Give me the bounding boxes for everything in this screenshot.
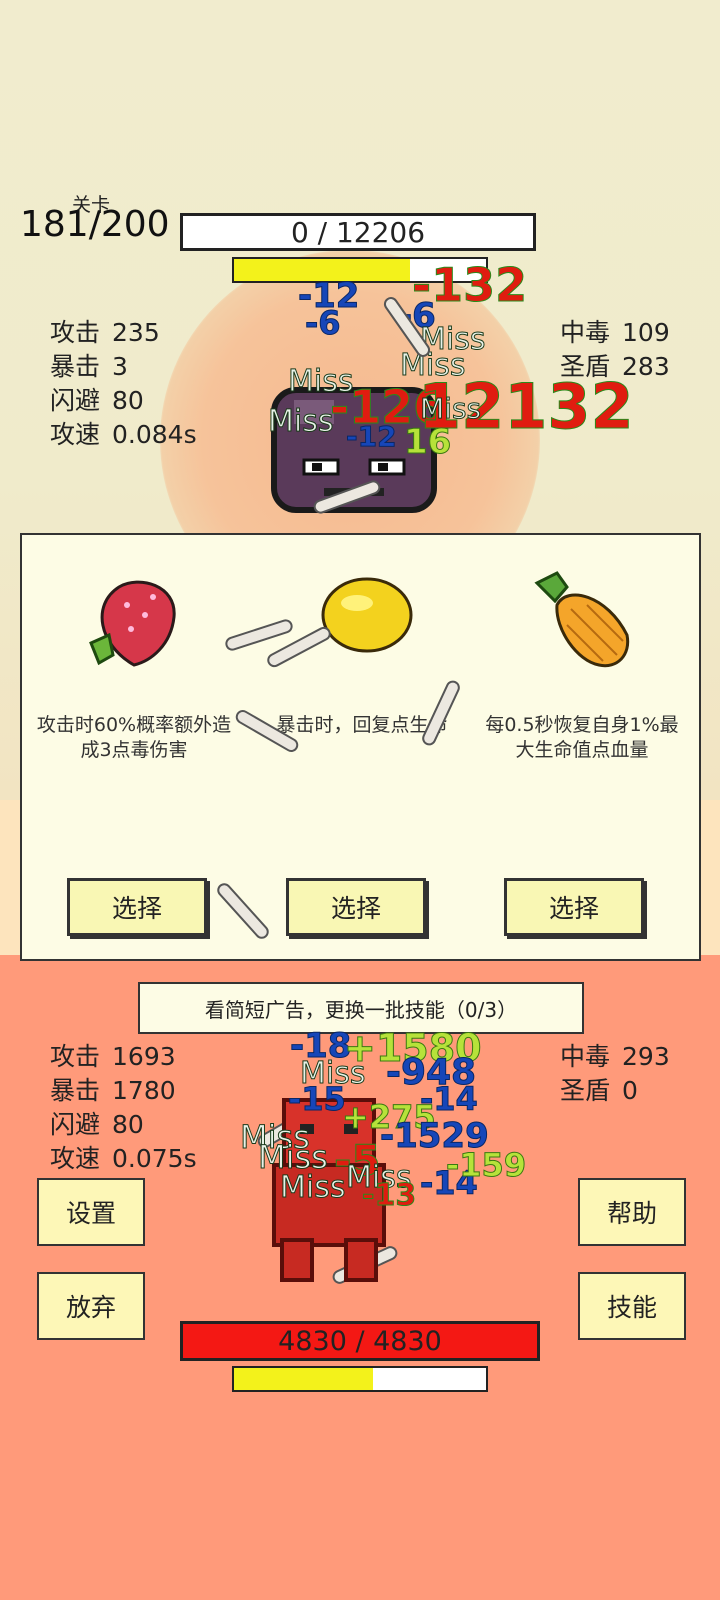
stat-row: 攻击 235 <box>50 316 197 350</box>
stat-name: 中毒 <box>560 318 611 347</box>
enemy-stats-right: 中毒 109 圣盾 283 <box>560 316 670 384</box>
choose-skill-1-button[interactable]: 选择 <box>67 878 207 936</box>
stat-row: 圣盾 283 <box>560 350 670 384</box>
choose-skill-3-button[interactable]: 选择 <box>504 878 644 936</box>
stat-name: 圣盾 <box>560 1076 611 1105</box>
stat-value: 283 <box>622 352 670 381</box>
player-charge-bar <box>232 1366 488 1392</box>
player-stats: 攻击 1693 暴击 1780 闪避 80 攻速 0.075s <box>50 1040 197 1176</box>
player-stats-right: 中毒 293 圣盾 0 <box>560 1040 670 1108</box>
skill-choice-1: 攻击时60%概率额外造成3点毒伤害 <box>34 565 234 763</box>
lemon-icon <box>321 577 413 653</box>
enemy-charge-bar <box>232 257 488 283</box>
refresh-skills-ad-button[interactable]: 看简短广告，更换一批技能（0/3） <box>138 982 584 1034</box>
skill-description: 攻击时60%概率额外造成3点毒伤害 <box>36 714 232 761</box>
stat-name: 中毒 <box>560 1042 611 1071</box>
stat-row: 攻速 0.075s <box>50 1142 197 1176</box>
stat-name: 圣盾 <box>560 352 611 381</box>
stat-row: 暴击 1780 <box>50 1074 197 1108</box>
stat-row: 攻击 1693 <box>50 1040 197 1074</box>
player-hp-bar: 4830 / 4830 <box>180 1321 540 1361</box>
stat-value: 80 <box>112 1110 144 1139</box>
stat-row: 中毒 293 <box>560 1040 670 1074</box>
settings-button[interactable]: 设置 <box>37 1178 145 1246</box>
pineapple-icon <box>534 571 630 668</box>
stat-row: 攻速 0.084s <box>50 418 197 452</box>
skill-choice-3: 每0.5秒恢复自身1%最大生命值点血量 <box>482 565 682 763</box>
stat-name: 暴击 <box>50 1076 101 1105</box>
stat-row: 中毒 109 <box>560 316 670 350</box>
player-charge-fill <box>234 1368 373 1390</box>
stat-name: 闪避 <box>50 386 101 415</box>
stat-name: 闪避 <box>50 1110 101 1139</box>
enemy-hp-bar: 0 / 12206 <box>180 213 536 251</box>
stat-row: 闪避 80 <box>50 384 197 418</box>
stage-progress: 181/200 <box>20 204 170 245</box>
stat-name: 攻击 <box>50 1042 101 1071</box>
stat-value: 1780 <box>112 1076 176 1105</box>
stat-row: 暴击 3 <box>50 350 197 384</box>
stat-value: 1693 <box>112 1042 176 1071</box>
player-character-sprite <box>272 1098 386 1282</box>
skill-description: 每0.5秒恢复自身1%最大生命值点血量 <box>485 714 679 761</box>
stat-value: 0 <box>622 1076 638 1105</box>
stat-value: 3 <box>112 352 128 381</box>
player-hp-text: 4830 / 4830 <box>278 1325 442 1357</box>
help-button[interactable]: 帮助 <box>578 1178 686 1246</box>
choose-skill-2-button[interactable]: 选择 <box>286 878 426 936</box>
stat-name: 攻速 <box>50 420 101 449</box>
strawberry-icon <box>89 580 176 667</box>
stat-value: 109 <box>622 318 670 347</box>
stat-name: 暴击 <box>50 352 101 381</box>
enemy-stats: 攻击 235 暴击 3 闪避 80 攻速 0.084s <box>50 316 197 452</box>
stat-row: 闪避 80 <box>50 1108 197 1142</box>
skills-button[interactable]: 技能 <box>578 1272 686 1340</box>
stat-name: 攻速 <box>50 1144 101 1173</box>
abandon-button[interactable]: 放弃 <box>37 1272 145 1340</box>
stat-value: 293 <box>622 1042 670 1071</box>
enemy-charge-fill <box>234 259 411 281</box>
stat-name: 攻击 <box>50 318 101 347</box>
stat-value: 0.084s <box>112 420 197 449</box>
stat-row: 圣盾 0 <box>560 1074 670 1108</box>
stat-value: 0.075s <box>112 1144 197 1173</box>
stat-value: 80 <box>112 386 144 415</box>
stat-value: 235 <box>112 318 160 347</box>
enemy-hp-text: 0 / 12206 <box>290 215 426 249</box>
